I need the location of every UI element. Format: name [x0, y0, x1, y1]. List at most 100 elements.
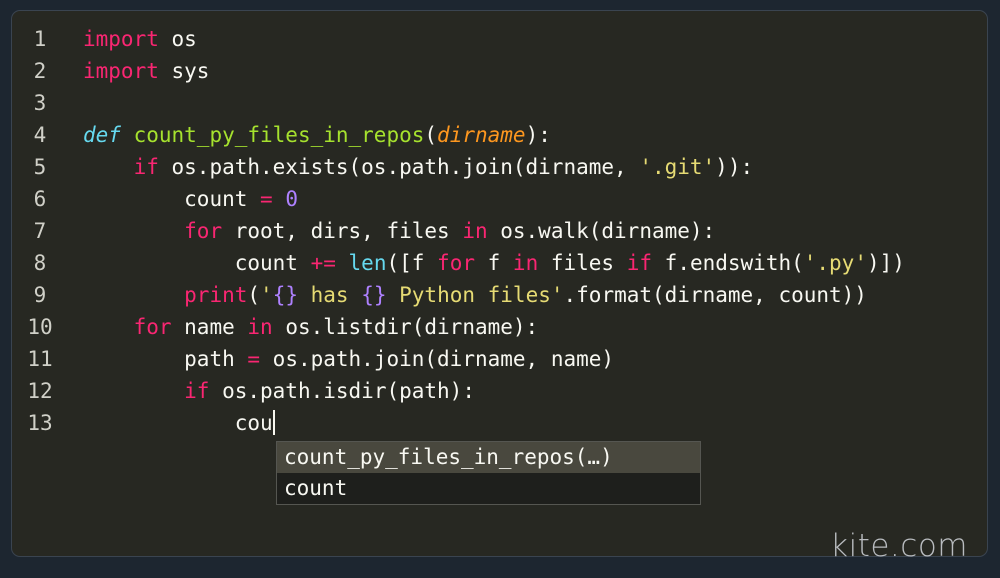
code-text[interactable]: import os — [83, 23, 197, 55]
code-token: f.endswith( — [652, 251, 804, 275]
code-text[interactable]: count = 0 — [83, 183, 298, 215]
code-token: print — [184, 283, 248, 307]
code-token: if — [626, 251, 653, 275]
code-token: if — [133, 155, 159, 179]
code-token: root, dirs, files — [222, 219, 463, 243]
code-token: '.py' — [803, 251, 867, 275]
code-token: count — [234, 251, 311, 275]
code-token: {} — [361, 283, 387, 307]
code-token: : — [740, 155, 754, 179]
autocomplete-item[interactable]: count — [277, 473, 700, 504]
code-token: '.git' — [639, 155, 716, 179]
code-token: f — [474, 251, 513, 275]
code-line[interactable]: 10 for name in os.listdir(dirname): — [12, 311, 987, 343]
code-token: in — [462, 219, 488, 243]
line-number: 9 — [33, 283, 47, 307]
code-line[interactable]: 2 import sys — [12, 55, 987, 87]
code-token: if — [184, 379, 210, 403]
code-text[interactable]: if os.path.isdir(path): — [83, 375, 475, 407]
code-text[interactable]: for root, dirs, files in os.walk(dirname… — [83, 215, 715, 247]
line-number: 6 — [33, 187, 47, 211]
code-text[interactable]: for name in os.listdir(dirname): — [83, 311, 539, 343]
code-line[interactable]: 1 import os — [12, 23, 987, 55]
code-token: in — [247, 315, 273, 339]
code-token: = — [247, 347, 261, 371]
code-token: ' — [260, 283, 273, 307]
code-token: ( — [247, 283, 261, 307]
code-token: os — [171, 27, 197, 51]
code-token: cou — [234, 411, 273, 435]
code-line[interactable]: 12 if os.path.isdir(path): — [12, 375, 987, 407]
line-number: 1 — [33, 27, 47, 51]
code-line[interactable]: 11 path = os.path.join(dirname, name) — [12, 343, 987, 375]
code-text[interactable]: path = os.path.join(dirname, name) — [83, 343, 614, 375]
code-token: {} — [272, 283, 298, 307]
line-number: 3 — [33, 91, 47, 115]
code-token: = — [260, 187, 273, 211]
code-text[interactable]: cou — [83, 407, 275, 439]
autocomplete-popup[interactable]: count_py_files_in_repos(…) count — [276, 441, 701, 505]
code-text[interactable]: if os.path.exists(os.path.join(dirname, … — [83, 151, 754, 183]
code-token: os.listdir(dirname): — [272, 315, 539, 339]
code-token: def — [83, 123, 121, 147]
text-cursor — [272, 410, 275, 435]
line-number: 4 — [33, 123, 47, 147]
code-token: os.path.isdir(path): — [209, 379, 475, 403]
code-line[interactable]: 13 cou — [12, 407, 987, 439]
code-line[interactable]: 6 count = 0 — [12, 183, 987, 215]
code-token: in — [512, 251, 539, 275]
code-token: 0 — [285, 187, 298, 211]
line-number: 2 — [33, 59, 47, 83]
code-token: )]) — [866, 251, 905, 275]
code-text[interactable]: import sys — [83, 55, 209, 87]
code-token: path — [184, 347, 248, 371]
code-token: name — [171, 315, 248, 339]
code-token: import — [83, 27, 172, 51]
code-editor-window: 1 import os 2 import sys 3 4 def count_py_file… — [11, 10, 988, 557]
code-token: dirname — [437, 123, 526, 147]
line-number: 11 — [27, 347, 53, 371]
code-token: += — [310, 251, 336, 275]
code-token: len — [348, 251, 387, 275]
code-token: for — [184, 219, 223, 243]
code-token: .format(dirname, count)) — [563, 283, 867, 307]
line-number: 7 — [33, 219, 47, 243]
code-token: files — [538, 251, 627, 275]
code-token: )) — [715, 155, 741, 179]
line-number: 10 — [27, 315, 53, 339]
code-text[interactable]: print('{} has {} Python files'.format(di… — [83, 279, 867, 311]
autocomplete-item[interactable]: count_py_files_in_repos(…) — [277, 442, 700, 473]
code-line[interactable]: 3 — [12, 87, 987, 119]
code-line[interactable]: 8 count += len([f for f in files if f.en… — [12, 247, 987, 279]
code-token: count — [184, 187, 261, 211]
line-number: 8 — [33, 251, 47, 275]
code-token: has — [297, 283, 362, 307]
code-line[interactable]: 7 for root, dirs, files in os.walk(dirna… — [12, 215, 987, 247]
brand-label: kite.com — [830, 528, 968, 564]
code-token: Python files' — [386, 283, 564, 307]
code-line[interactable]: 9 print('{} has {} Python files'.format(… — [12, 279, 987, 311]
line-number: 13 — [27, 411, 53, 435]
code-line[interactable]: 4 def count_py_files_in_repos(dirname): — [12, 119, 987, 151]
code-token: os.path.exists(os.path.join(dirname, — [158, 155, 640, 179]
code-token: os.path.join(dirname, name) — [260, 347, 615, 371]
code-token: os.walk(dirname): — [487, 219, 716, 243]
code-token: sys — [171, 59, 210, 83]
code-token: import — [83, 59, 172, 83]
line-number: 5 — [33, 155, 47, 179]
code-token: for — [437, 251, 475, 275]
code-token: ([f — [386, 251, 438, 275]
line-number: 12 — [27, 379, 53, 403]
code-text[interactable]: count += len([f for f in files if f.ends… — [83, 247, 905, 279]
code-token: ( — [424, 123, 438, 147]
code-line[interactable]: 5 if os.path.exists(os.path.join(dirname… — [12, 151, 987, 183]
code-text[interactable]: def count_py_files_in_repos(dirname): — [83, 119, 551, 151]
